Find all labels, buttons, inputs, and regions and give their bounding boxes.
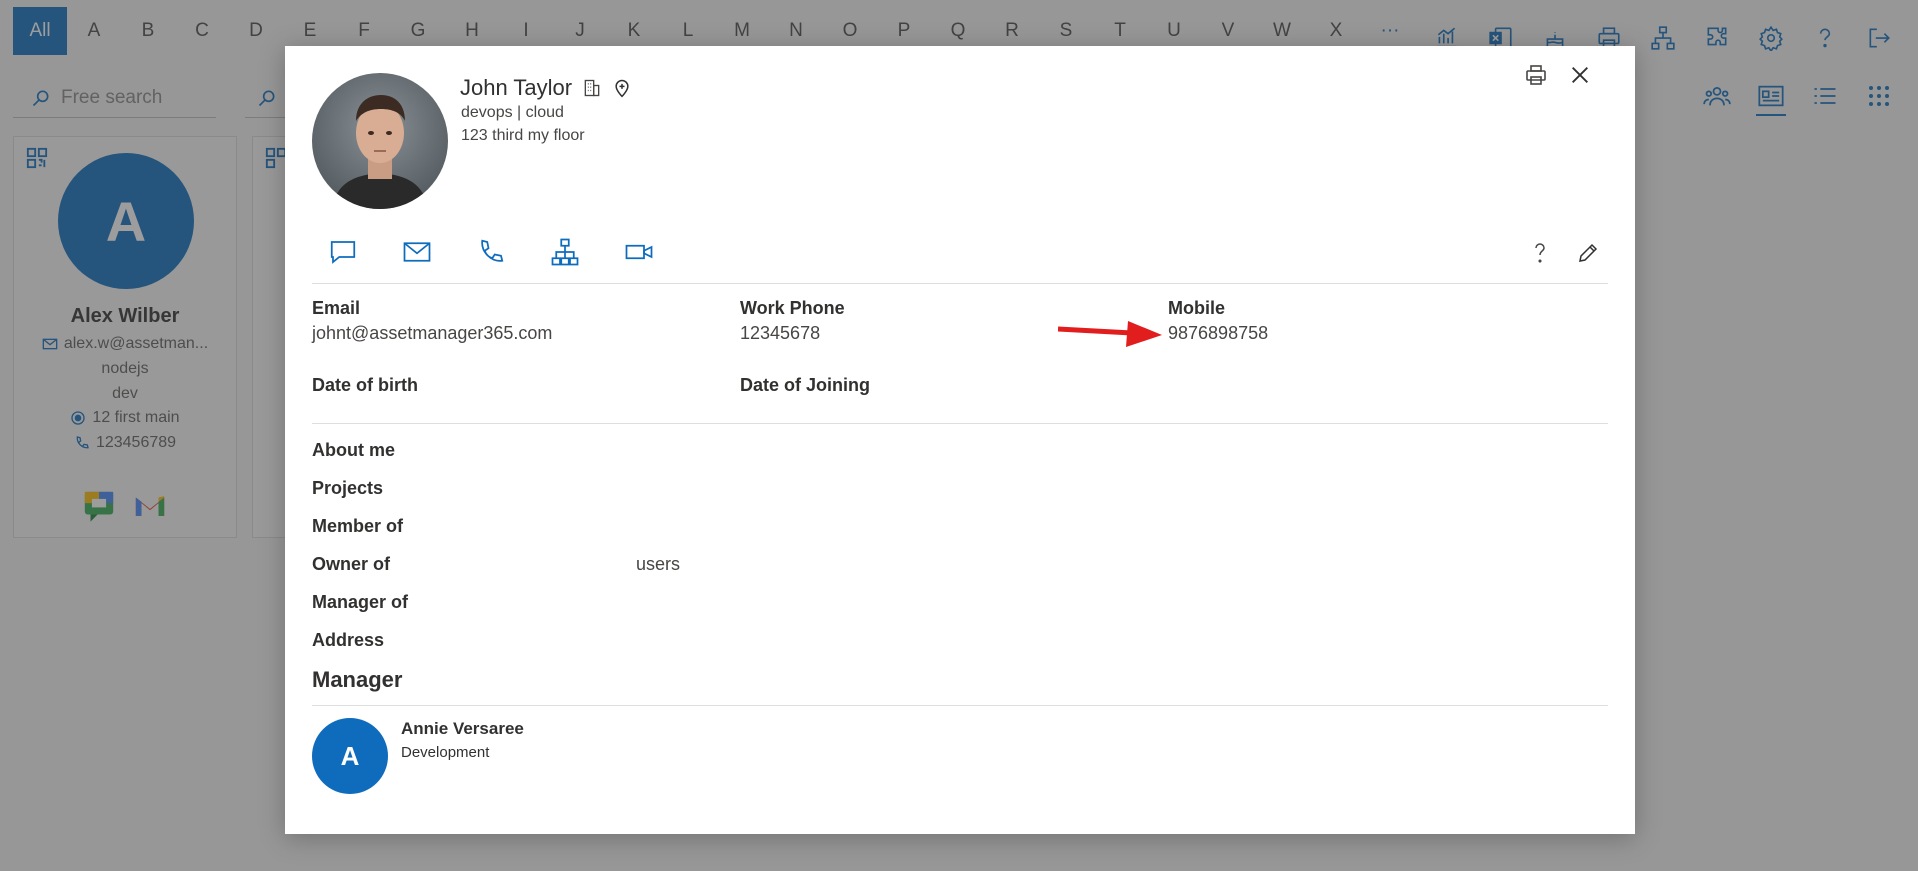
profile-address: 123 third my floor [461,127,585,144]
manager-name[interactable]: Annie Versaree [401,719,524,739]
profile-side-actions [1525,238,1603,268]
email-value[interactable]: johnt@assetmanager365.com [312,323,552,344]
member-of-label: Member of [312,516,404,536]
owner-of-label: Owner of [312,554,391,574]
email-button[interactable] [399,234,435,270]
phone-icon [481,239,504,262]
org-chart-icon [551,238,579,266]
divider [312,283,1608,284]
profile-dialog: John Taylor devops | cloud 123 third my … [285,46,1635,834]
contact-actions [325,234,657,270]
red-arrow-annotation [1058,321,1162,347]
video-icon [625,244,653,260]
print-icon [1526,65,1546,85]
divider [312,705,1608,706]
edit-button[interactable] [1573,238,1603,268]
manager-avatar[interactable]: A [312,718,388,794]
location-pin-icon[interactable] [612,77,632,99]
work-phone-value[interactable]: 12345678 [740,323,820,344]
manager-of-label: Manager of [312,592,409,612]
profile-photo [312,73,448,209]
building-icon[interactable] [582,77,602,99]
chat-icon [330,241,356,264]
edit-pencil-icon [1579,243,1598,262]
work-phone-label: Work Phone [740,298,845,318]
profile-name-row: John Taylor [460,75,632,101]
help-icon [1535,243,1545,263]
divider [312,423,1608,424]
video-call-button[interactable] [621,234,657,270]
dialog-actions [1521,60,1595,90]
mobile-label: Mobile [1168,298,1225,318]
org-chart-button[interactable] [547,234,583,270]
close-icon [1572,67,1588,83]
print-button[interactable] [1521,60,1551,90]
call-button[interactable] [473,234,509,270]
mobile-value[interactable]: 9876898758 [1168,323,1268,344]
doj-label: Date of Joining [740,375,870,395]
dob-label: Date of birth [312,375,418,395]
manager-heading: Manager [312,667,403,692]
address-label: Address [312,630,385,650]
profile-department: devops | cloud [461,104,564,121]
profile-name: John Taylor [460,75,573,100]
manager-department: Development [401,744,490,761]
owner-of-value[interactable]: users [636,554,680,575]
email-label: Email [312,298,361,318]
close-button[interactable] [1565,60,1595,90]
help-button[interactable] [1525,238,1555,268]
mail-icon [403,242,431,262]
chat-button[interactable] [325,234,361,270]
projects-label: Projects [312,478,384,498]
about-me-label: About me [312,440,395,460]
